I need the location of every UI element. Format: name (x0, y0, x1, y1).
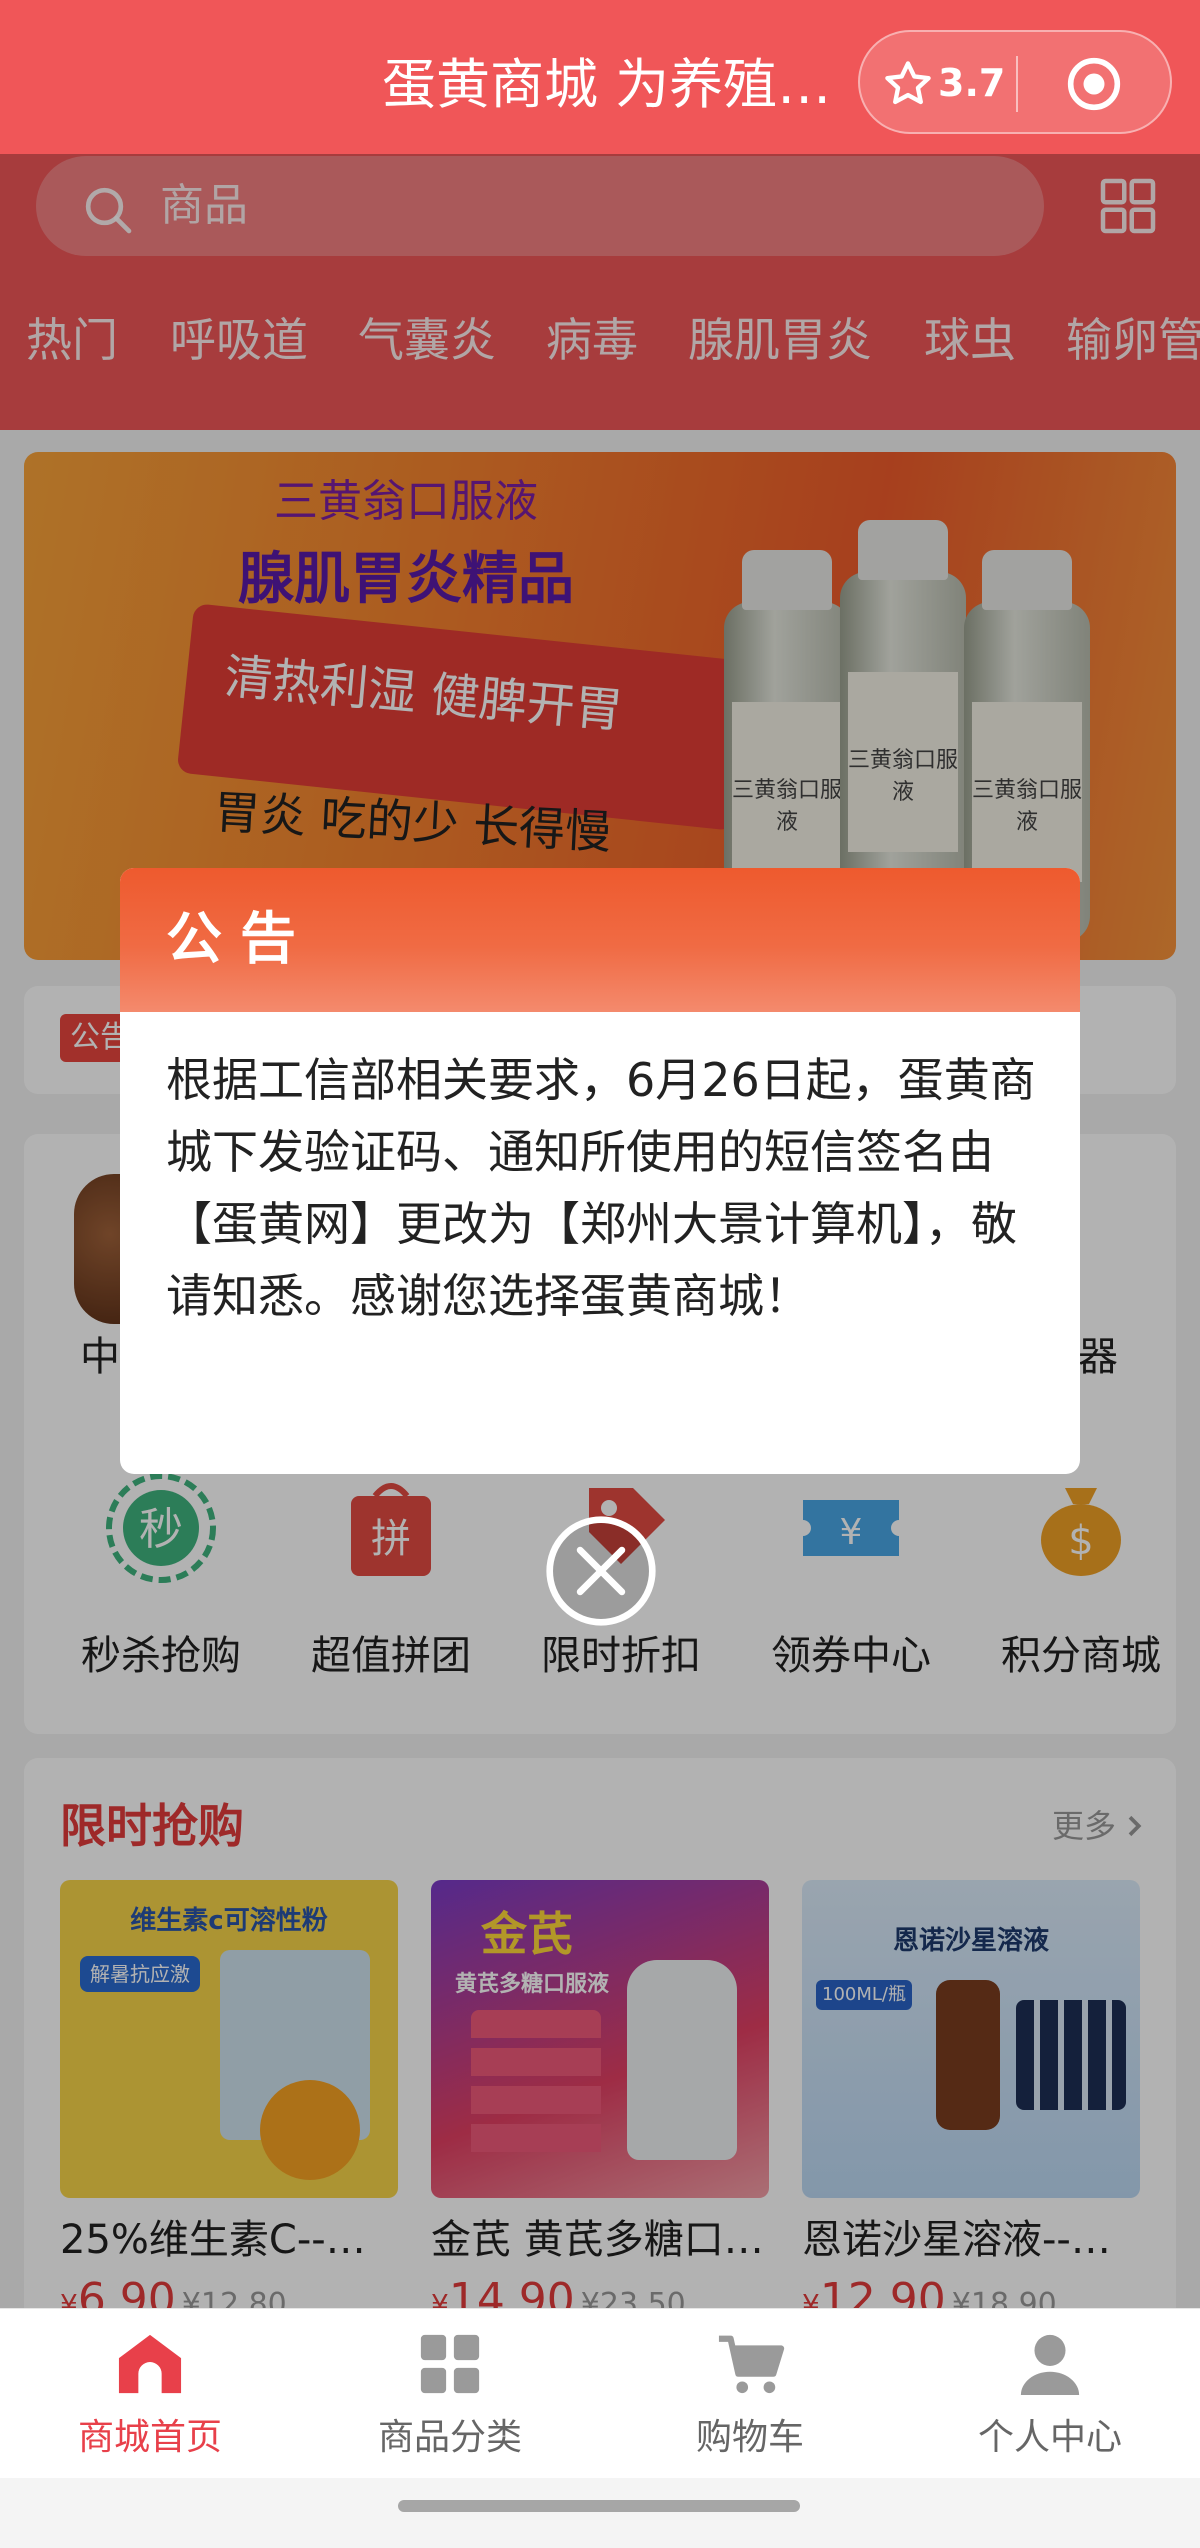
tab-profile[interactable]: 个人中心 (900, 2331, 1200, 2463)
bottom-tab-bar: 商城首页 商品分类 购物车 个人中心 (0, 2308, 1200, 2478)
home-indicator-area (0, 2478, 1200, 2548)
tab-home[interactable]: 商城首页 (0, 2331, 300, 2463)
modal-header: 公告 (120, 868, 1080, 1012)
tab-label: 商品分类 (377, 2417, 522, 2458)
tab-label: 购物车 (695, 2417, 804, 2458)
mini-program-capsule: 3.7 (858, 30, 1172, 134)
app-title: 蛋黄商城 为养殖… (382, 53, 832, 116)
home-indicator[interactable] (398, 2500, 800, 2512)
cart-icon (718, 2335, 785, 2394)
announcement-modal: 公告 根据工信部相关要求，6月26日起，蛋黄商城下发验证码、通知所使用的短信签名… (120, 868, 1080, 1474)
star-icon[interactable] (882, 58, 934, 110)
tab-categories[interactable]: 商品分类 (300, 2331, 600, 2463)
grid-icon (420, 2334, 480, 2394)
capsule-divider (1016, 56, 1018, 112)
tab-label: 个人中心 (977, 2417, 1122, 2458)
modal-title: 公告 (166, 907, 314, 972)
tab-cart[interactable]: 购物车 (600, 2331, 900, 2463)
rating-value: 3.7 (938, 61, 1006, 105)
home-icon (118, 2334, 182, 2394)
tab-label: 商城首页 (77, 2417, 222, 2458)
record-icon[interactable] (1066, 56, 1122, 112)
close-icon[interactable] (544, 1514, 658, 1628)
modal-message: 根据工信部相关要求，6月26日起，蛋黄商城下发验证码、通知所使用的短信签名由【蛋… (166, 1053, 1036, 1323)
user-icon (1020, 2334, 1080, 2396)
